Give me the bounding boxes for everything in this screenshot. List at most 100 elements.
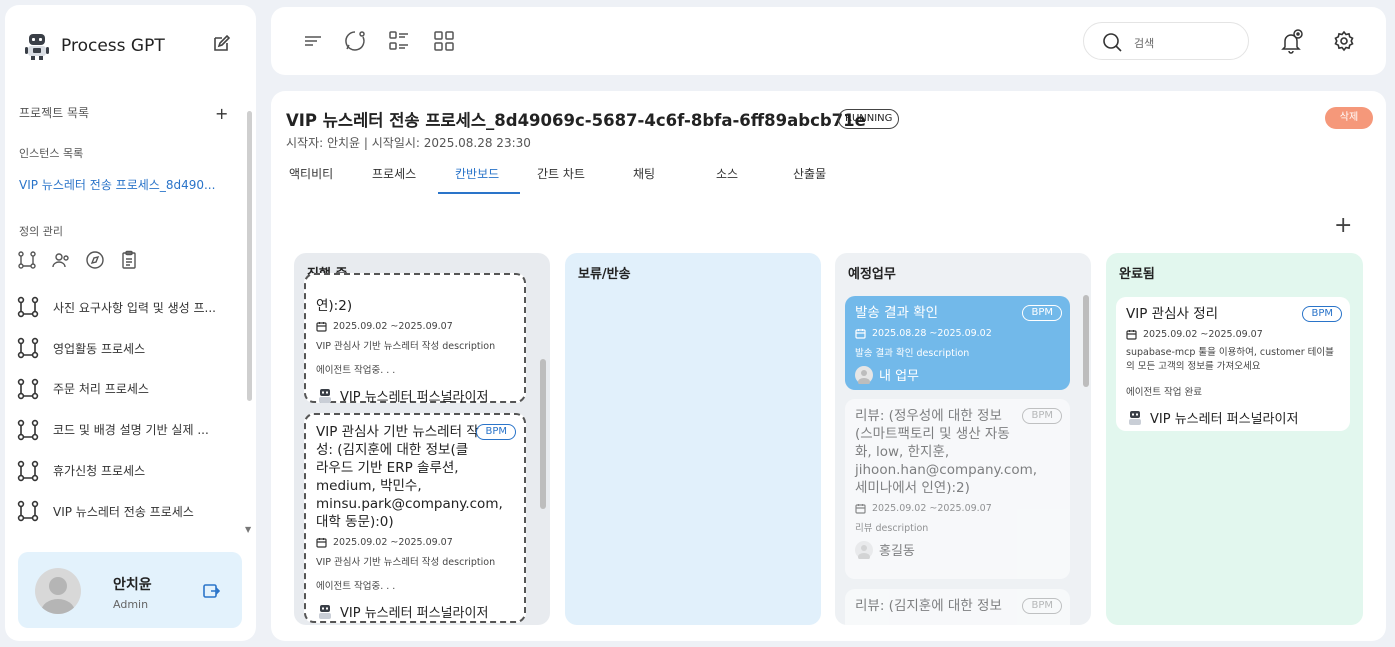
process-item[interactable]: 영업활동 프로세스	[17, 328, 242, 369]
add-project-button[interactable]: +	[215, 104, 228, 123]
edit-icon[interactable]	[211, 34, 231, 54]
column-title: 보류/반송	[578, 267, 631, 282]
card-assignee: VIP 뉴스레터 퍼스널라이저	[316, 386, 514, 405]
sidebar-scroll-thumb[interactable]	[247, 111, 252, 401]
column-body: 발송 결과 확인 BPM 2025.08.28 ~2025.09.02 발송 결…	[835, 289, 1091, 625]
main-panel: VIP 뉴스레터 전송 프로세스_8d49069c-5687-4c6f-8bfa…	[271, 91, 1386, 641]
bpm-badge: BPM	[1022, 408, 1062, 424]
kanban-column-scheduled: 예정업무 발송 결과 확인 BPM 2025.08.28 ~2025.09.02…	[835, 253, 1091, 625]
column-scrollbar[interactable]	[1083, 289, 1089, 625]
process-flow-icon	[17, 501, 39, 522]
user-role: Admin	[113, 598, 149, 611]
sidebar-scrollbar[interactable]: ▼	[245, 101, 252, 534]
bpm-badge: BPM	[1022, 305, 1062, 321]
scroll-down-arrow-icon[interactable]: ▼	[245, 525, 251, 534]
tab-gantt[interactable]: 간트 차트	[537, 165, 585, 182]
column-scroll-thumb[interactable]	[1083, 295, 1089, 387]
process-item[interactable]: 휴가신청 프로세스	[17, 450, 242, 491]
card-description: VIP 관심사 기반 뉴스레터 작성 description	[316, 341, 496, 352]
card-assignee-name: VIP 뉴스레터 퍼스널라이저	[1150, 412, 1299, 427]
card-date-text: 2025.09.02 ~2025.09.07	[872, 503, 992, 514]
brand[interactable]: Process GPT	[23, 31, 165, 61]
tab-chat[interactable]: 채팅	[633, 165, 655, 182]
tab-output[interactable]: 산출물	[793, 165, 826, 182]
tab-process[interactable]: 프로세스	[372, 165, 416, 182]
app-name: Process GPT	[61, 36, 165, 56]
search-icon	[1103, 33, 1122, 52]
process-label: 영업활동 프로세스	[53, 341, 146, 356]
card-title: 리뷰: (김지훈에 대한 정보	[855, 598, 1002, 614]
process-flow-icon	[17, 419, 39, 440]
avatar	[35, 568, 81, 614]
active-tab-indicator	[438, 192, 520, 194]
process-item[interactable]: 주문 처리 프로세스	[17, 369, 242, 410]
tab-kanban[interactable]: 칸반보드	[455, 165, 499, 182]
calendar-icon	[316, 322, 327, 332]
kanban-card[interactable]: VIP 관심사 정리 BPM 2025.09.02 ~2025.09.07 su…	[1116, 297, 1350, 431]
card-date-text: 2025.09.02 ~2025.09.07	[333, 537, 453, 548]
instance-item[interactable]: VIP 뉴스레터 전송 프로세스_8d490...	[19, 176, 234, 193]
kanban-card[interactable]: VIP 관심사 기반 뉴스레터 작성: (김지훈에 대한 정보(클라우드 기반 …	[304, 413, 526, 623]
tab-source[interactable]: 소스	[716, 165, 738, 182]
card-title: 리뷰: (정우성에 대한 정보(스마트팩토리 및 생산 자동화, low, 한지…	[855, 408, 1038, 496]
list-icon[interactable]	[387, 29, 411, 53]
instance-list-label: 인스턴스 목록	[19, 147, 84, 160]
menu-icon[interactable]	[301, 29, 325, 53]
column-scroll-thumb[interactable]	[540, 359, 546, 509]
delete-button[interactable]: 삭제	[1325, 107, 1373, 129]
process-label: 주문 처리 프로세스	[53, 382, 149, 397]
calendar-icon	[855, 329, 866, 339]
page-title: VIP 뉴스레터 전송 프로세스_8d49069c-5687-4c6f-8bfa…	[286, 111, 866, 130]
status-badge: RUNNING	[838, 109, 900, 129]
compass-icon[interactable]	[85, 250, 105, 270]
bpm-badge: BPM	[1302, 306, 1342, 322]
process-item[interactable]: VIP 뉴스레터 전송 프로세스	[17, 491, 242, 532]
process-label: 휴가신청 프로세스	[53, 464, 146, 479]
card-date: 2025.09.02 ~2025.09.07	[316, 321, 514, 332]
process-item[interactable]: 사진 요구사항 입력 및 생성 프...	[17, 287, 242, 328]
calendar-icon	[1126, 330, 1137, 340]
logout-icon[interactable]	[202, 582, 220, 600]
search-placeholder: 검색	[1134, 37, 1155, 50]
kanban-card[interactable]: 리뷰: (김지훈에 대한 정보 BPM	[845, 589, 1070, 625]
card-date: 2025.09.02 ~2025.09.07	[855, 503, 1060, 514]
top-bar: 검색	[271, 7, 1386, 75]
users-icon[interactable]	[51, 250, 71, 270]
process-label: 사진 요구사항 입력 및 생성 프...	[53, 300, 216, 315]
clipboard-icon[interactable]	[119, 250, 139, 270]
card-date-text: 2025.09.02 ~2025.09.07	[333, 321, 453, 332]
card-status: 에이전트 작업중. . .	[316, 581, 396, 592]
card-assignee-name: 내 업무	[879, 369, 920, 384]
robot-logo-icon	[25, 34, 49, 60]
tab-activity[interactable]: 액티비티	[289, 165, 333, 182]
add-button[interactable]: +	[1334, 215, 1352, 237]
card-date: 2025.09.02 ~2025.09.07	[316, 537, 514, 548]
definition-icons	[17, 250, 139, 270]
process-item[interactable]: 코드 및 배경 설명 기반 실제 ...	[17, 409, 242, 450]
process-label: 코드 및 배경 설명 기반 실제 ...	[53, 423, 209, 438]
column-title: 완료됨	[1119, 267, 1155, 282]
notification-bell-icon[interactable]	[1278, 29, 1304, 55]
kanban-card[interactable]: 리뷰: (정우성에 대한 정보(스마트팩토리 및 생산 자동화, low, 한지…	[845, 399, 1070, 579]
card-date-text: 2025.08.28 ~2025.09.02	[872, 328, 992, 339]
kanban-card[interactable]: 연):2) 2025.09.02 ~2025.09.07 VIP 관심사 기반 …	[304, 273, 526, 405]
grid-icon[interactable]	[432, 29, 456, 53]
card-title: VIP 관심사 기반 뉴스레터 작성: (김지훈에 대한 정보(클라우드 기반 …	[316, 424, 503, 530]
flow-icon[interactable]	[17, 250, 37, 270]
calendar-icon	[855, 504, 866, 514]
gear-icon[interactable]	[1333, 30, 1355, 52]
card-assignee-name: 홍길동	[879, 544, 915, 559]
search-input[interactable]: 검색	[1083, 22, 1249, 60]
chat-icon[interactable]	[343, 29, 367, 53]
robot-icon	[319, 388, 331, 403]
card-description: 발송 결과 확인 description	[855, 348, 970, 359]
robot-icon	[319, 604, 331, 619]
column-scrollbar[interactable]	[540, 289, 546, 625]
card-date: 2025.08.28 ~2025.09.02	[855, 328, 1060, 339]
column-body: VIP 관심사 정리 BPM 2025.09.02 ~2025.09.07 su…	[1106, 289, 1363, 625]
card-assignee: VIP 뉴스레터 퍼스널라이저	[316, 602, 514, 621]
definition-label: 정의 관리	[19, 225, 63, 238]
card-status: 에이전트 작업 완료	[1126, 387, 1202, 398]
user-card[interactable]: 안치윤 Admin	[18, 552, 242, 628]
kanban-card-highlighted[interactable]: 발송 결과 확인 BPM 2025.08.28 ~2025.09.02 발송 결…	[845, 296, 1070, 390]
